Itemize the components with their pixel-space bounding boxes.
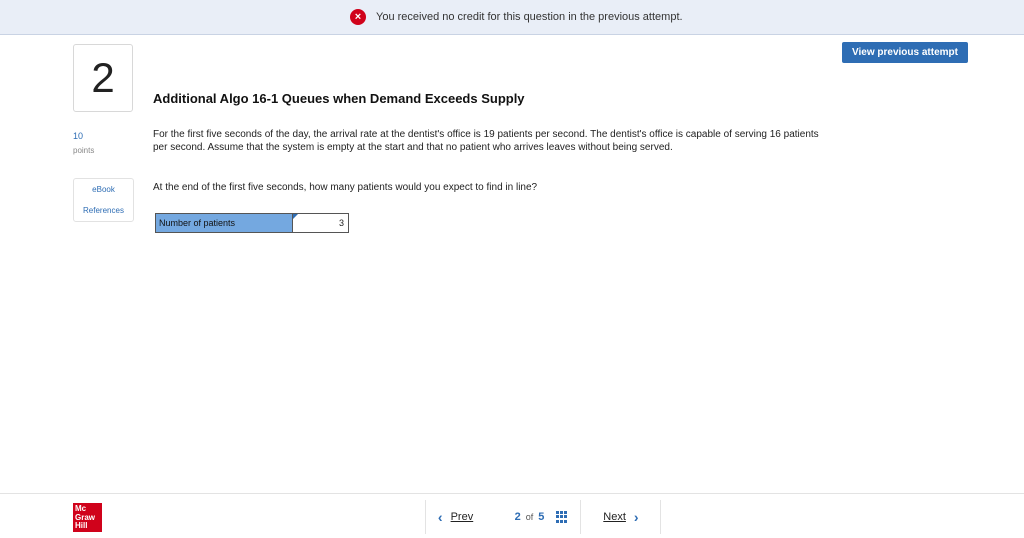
feedback-banner: × You received no credit for this questi… <box>0 0 1024 35</box>
total-pages: 5 <box>538 511 545 523</box>
mcgraw-hill-logo: Mc Graw Hill <box>73 503 102 532</box>
error-icon: × <box>350 9 366 25</box>
grid-icon[interactable] <box>556 511 568 523</box>
question-number-box: 2 <box>73 44 133 112</box>
question-body: For the first five seconds of the day, t… <box>153 129 819 153</box>
prev-label: Prev <box>450 511 474 523</box>
answer-label: Number of patients <box>156 214 293 232</box>
points-label: points <box>73 146 95 155</box>
points-value: 10 <box>73 131 84 141</box>
chevron-left-icon: ‹ <box>437 509 443 525</box>
pagination: ‹ Prev 2 of 5 Next › <box>425 500 661 534</box>
question-prompt: At the end of the first five seconds, ho… <box>153 182 538 193</box>
answer-value: 3 <box>338 218 344 228</box>
cell-marker-icon <box>293 214 298 219</box>
footer: Mc Graw Hill ‹ Prev 2 of 5 Next › <box>0 493 1024 538</box>
divider <box>660 500 661 534</box>
answer-row: Number of patients 3 <box>155 213 349 233</box>
resources-panel: eBook References <box>73 178 134 222</box>
next-label: Next <box>603 511 626 523</box>
banner-message: You received no credit for this question… <box>376 11 683 23</box>
question-number: 2 <box>91 54 115 101</box>
current-page: 2 <box>514 511 521 523</box>
next-button[interactable]: Next › <box>581 509 660 525</box>
answer-input[interactable]: 3 <box>293 214 347 232</box>
logo-line: Hill <box>75 521 88 530</box>
ebook-link[interactable]: eBook <box>74 185 133 194</box>
references-link[interactable]: References <box>74 206 133 215</box>
page-indicator: 2 of 5 <box>503 511 581 523</box>
question-title: Additional Algo 16-1 Queues when Demand … <box>153 91 525 106</box>
view-previous-attempt-button[interactable]: View previous attempt <box>842 42 968 63</box>
prev-button[interactable]: ‹ Prev <box>426 509 503 525</box>
chevron-right-icon: › <box>633 509 639 525</box>
page-of-label: of <box>525 512 534 522</box>
